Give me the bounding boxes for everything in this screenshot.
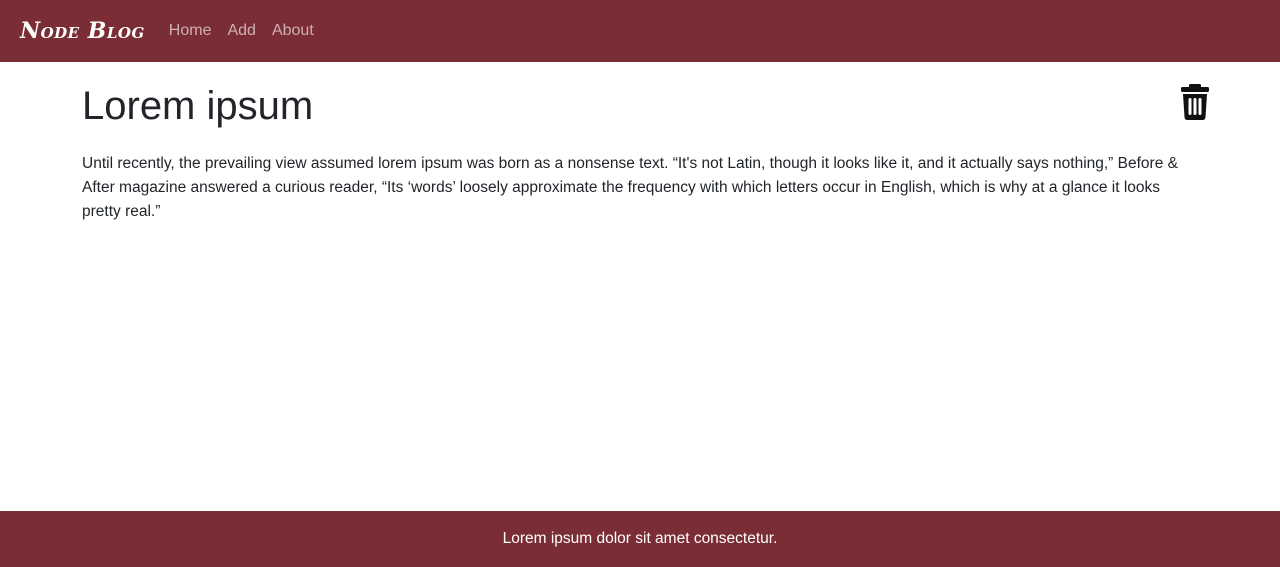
delete-post-button[interactable]	[1180, 84, 1210, 120]
post-body: Until recently, the prevailing view assu…	[82, 155, 1178, 220]
nav-link-about[interactable]: About	[264, 22, 322, 40]
post-container: Lorem ipsum Until recently, the prevaili…	[82, 62, 1210, 224]
footer: Lorem ipsum dolor sit amet consectetur.	[0, 511, 1280, 567]
brand-logo[interactable]: Node Blog	[20, 18, 145, 44]
nav-link-home[interactable]: Home	[161, 22, 220, 40]
nav-link-add[interactable]: Add	[219, 22, 263, 40]
trash-icon	[1181, 84, 1209, 120]
nav-links: Home Add About	[161, 22, 322, 40]
post-title: Lorem ipsum	[82, 84, 314, 128]
navbar: Node Blog Home Add About	[0, 0, 1280, 62]
footer-text: Lorem ipsum dolor sit amet consectetur.	[502, 530, 778, 547]
